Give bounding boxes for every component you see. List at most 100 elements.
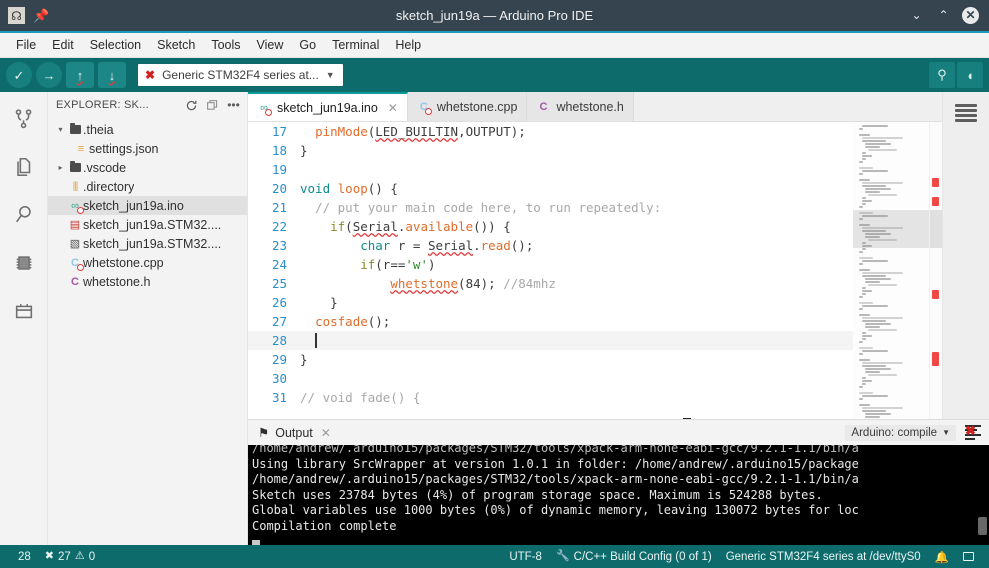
error-marker[interactable]	[932, 352, 939, 366]
tree-item-sketch-ino[interactable]: ∞ sketch_jun19a.ino	[48, 196, 247, 215]
minimap-line	[865, 146, 881, 148]
menu-sketch[interactable]: Sketch	[149, 35, 203, 55]
code-line[interactable]: 29}	[248, 350, 853, 369]
menu-tools[interactable]: Tools	[203, 35, 248, 55]
chevron-right-icon[interactable]: ▸	[54, 163, 67, 172]
close-button[interactable]: ✕	[962, 7, 979, 24]
minimap-line	[862, 335, 873, 337]
tree-item-whetstone-cpp[interactable]: C whetstone.cpp	[48, 253, 247, 272]
maximize-button[interactable]: ⌃	[935, 7, 952, 24]
tree-item-label: sketch_jun19a.STM32....	[83, 217, 222, 232]
serial-monitor-toggle-icon[interactable]: ◖	[957, 62, 983, 88]
error-marker[interactable]	[932, 290, 939, 299]
status-board-port[interactable]: Generic STM32F4 series at /dev/ttyS0	[719, 551, 928, 563]
arduino-logo-icon: ☊	[8, 7, 25, 24]
output-console[interactable]: /home/andrew/.arduino15/packages/STM32/t…	[248, 445, 989, 545]
download-button[interactable]: ↓	[98, 62, 126, 88]
code-token: cosfade	[315, 314, 368, 329]
tab-sketch-jun19a-ino[interactable]: ∞ sketch_jun19a.ino ✕	[248, 92, 408, 121]
code-line[interactable]: 26 }	[248, 293, 853, 312]
code-line[interactable]: 19	[248, 160, 853, 179]
code-line[interactable]: 28	[248, 331, 853, 350]
status-cursor-position[interactable]: 28	[8, 551, 38, 563]
menu-go[interactable]: Go	[291, 35, 324, 55]
collapse-all-icon[interactable]	[205, 98, 220, 113]
error-marker[interactable]	[932, 178, 939, 187]
pin-icon[interactable]: 📌	[33, 8, 49, 24]
code-text: char r = Serial.read();	[300, 236, 533, 255]
status-bar: 28 ✖ 27 ⚠ 0 UTF-8 🔧 C/C++ Build Config (…	[0, 545, 989, 568]
tree-item-sketch-bin[interactable]: ▤ sketch_jun19a.STM32....	[48, 215, 247, 234]
tree-item-settings-json[interactable]: ≡ settings.json	[48, 139, 247, 158]
minimap-line	[859, 347, 873, 349]
notification-bell-icon[interactable]: 🔔	[928, 550, 956, 564]
more-actions-icon[interactable]: •••	[226, 98, 241, 113]
code-line[interactable]: 25 whetstone(84); //84mhz	[248, 274, 853, 293]
tab-whetstone-h[interactable]: C whetstone.h	[527, 92, 634, 121]
toggle-panel-icon[interactable]	[956, 552, 981, 561]
boards-manager-icon[interactable]	[11, 250, 37, 276]
menu-help[interactable]: Help	[387, 35, 429, 55]
line-number: 26	[271, 295, 287, 310]
tree-item-directory[interactable]: ||| .directory	[48, 177, 247, 196]
clear-output-icon[interactable]: ✖	[965, 423, 981, 440]
header-file-icon: C	[71, 275, 79, 288]
chevron-down-icon[interactable]: ▾	[54, 125, 67, 134]
minimize-button[interactable]: ⌄	[908, 7, 925, 24]
tree-item-vscode[interactable]: ▸ .vscode	[48, 158, 247, 177]
panel-close-icon[interactable]: ✕	[321, 426, 331, 440]
verify-button[interactable]: ✓	[6, 62, 32, 88]
output-channel-select[interactable]: Arduino: compile ▼	[845, 424, 956, 441]
code-line[interactable]: 30	[248, 369, 853, 388]
console-scrollbar[interactable]	[978, 517, 987, 535]
minimap-line	[859, 263, 863, 265]
menu-edit[interactable]: Edit	[44, 35, 82, 55]
minimap-line	[865, 281, 881, 283]
tab-label: whetstone.h	[556, 99, 624, 114]
minimap-line	[865, 326, 881, 328]
tab-whetstone-cpp[interactable]: C whetstone.cpp	[407, 92, 528, 121]
status-encoding[interactable]: UTF-8	[499, 551, 549, 563]
line-number: 17	[271, 124, 287, 139]
upload-button[interactable]: →	[36, 62, 62, 88]
code-line[interactable]: 24 if(r=='w')	[248, 255, 853, 274]
search-icon[interactable]	[11, 202, 37, 228]
refresh-icon[interactable]	[184, 98, 199, 113]
menu-terminal[interactable]: Terminal	[324, 35, 387, 55]
clear-x-mark: ✖	[965, 423, 976, 438]
library-manager-icon[interactable]	[11, 298, 37, 324]
tree-item-whetstone-h[interactable]: C whetstone.h	[48, 272, 247, 291]
minimap-line	[862, 362, 903, 364]
code-line[interactable]: 18}	[248, 141, 853, 160]
status-build-config[interactable]: 🔧 C/C++ Build Config (0 of 1)	[549, 551, 719, 563]
status-problems[interactable]: ✖ 27 ⚠ 0	[38, 551, 102, 563]
ruler-slider[interactable]	[930, 210, 942, 248]
code-line[interactable]: 21 // put your main code here, to run re…	[248, 198, 853, 217]
minimap-line	[862, 365, 886, 367]
code-line[interactable]: 27 cosfade();	[248, 312, 853, 331]
tree-item-label: .theia	[83, 122, 114, 137]
code-line[interactable]: 23 char r = Serial.read();	[248, 236, 853, 255]
code-line[interactable]: 17 pinMode(LED_BUILTIN,OUTPUT);	[248, 122, 853, 141]
search-icon[interactable]: ⚲	[929, 62, 955, 88]
panel-tab-output[interactable]: ⚑ Output ✕	[258, 425, 331, 441]
minimap-slider[interactable]	[853, 210, 929, 248]
source-control-icon[interactable]	[11, 106, 37, 132]
line-number: 25	[271, 276, 287, 291]
outline-list-icon[interactable]	[955, 104, 977, 122]
tab-close-icon[interactable]: ✕	[388, 101, 398, 115]
menu-view[interactable]: View	[249, 35, 292, 55]
error-marker[interactable]	[932, 197, 939, 206]
menu-selection[interactable]: Selection	[82, 35, 149, 55]
code-line[interactable]: 22 if(Serial.available()) {	[248, 217, 853, 236]
code-line[interactable]: 31 // void fade() {	[248, 388, 853, 407]
board-selector[interactable]: ✖ Generic STM32F4 series at... ▼	[138, 64, 343, 86]
tree-item-sketch-elf[interactable]: ▧ sketch_jun19a.STM32....	[48, 234, 247, 253]
error-badge-icon	[265, 108, 272, 116]
upload-using-programmer-button[interactable]: ↑	[66, 62, 94, 88]
tree-item-theia[interactable]: ▾ .theia	[48, 120, 247, 139]
explorer-files-icon[interactable]	[11, 154, 37, 180]
menu-file[interactable]: File	[8, 35, 44, 55]
code-line[interactable]: 20 void loop() {	[248, 179, 853, 198]
